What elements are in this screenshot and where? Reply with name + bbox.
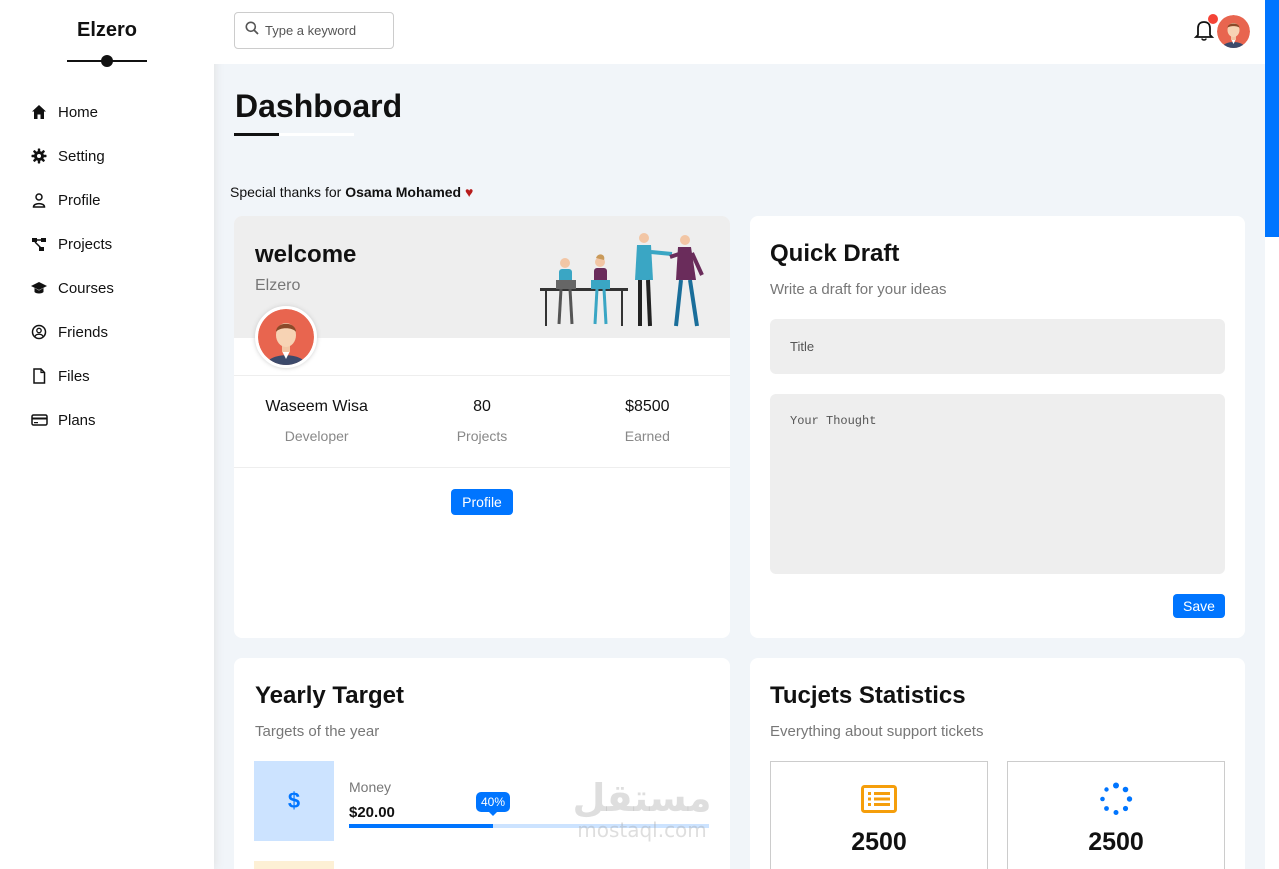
user-circle-icon bbox=[30, 323, 48, 341]
page-scrollbar-thumb[interactable] bbox=[1265, 0, 1279, 237]
sidebar-item-friends[interactable]: Friends bbox=[20, 310, 200, 354]
watermark-arabic: مستقل bbox=[572, 776, 712, 820]
gear-icon bbox=[30, 147, 48, 165]
search-box[interactable] bbox=[234, 12, 394, 49]
stat-value: 80 bbox=[473, 398, 491, 415]
diagram-icon bbox=[30, 235, 48, 253]
sidebar-item-label: Home bbox=[58, 103, 99, 121]
sidebar: Elzero Home Setting Profile Projects Cou… bbox=[0, 0, 214, 869]
team-illustration bbox=[540, 233, 704, 327]
brand-logo[interactable]: Elzero bbox=[0, 19, 214, 42]
tickets-statistics-card: Tucjets Statistics Everything about supp… bbox=[750, 658, 1245, 869]
sidebar-nav: Home Setting Profile Projects Courses Fr… bbox=[20, 90, 200, 442]
save-button[interactable]: Save bbox=[1173, 594, 1225, 618]
watermark-latin: mostaql.com bbox=[577, 818, 707, 842]
sidebar-item-home[interactable]: Home bbox=[20, 90, 200, 134]
sidebar-item-label: Projects bbox=[58, 235, 113, 253]
thanks-name: Osama Mohamed bbox=[345, 184, 462, 200]
profile-stats: Waseem Wisa Developer 80 Projects $8500 … bbox=[234, 375, 730, 468]
ticket-box: 2500 bbox=[770, 761, 988, 869]
search-input[interactable] bbox=[265, 23, 380, 38]
sidebar-item-label: Courses bbox=[58, 279, 114, 297]
brand-decoration bbox=[67, 55, 147, 67]
target-icon-2 bbox=[254, 861, 334, 869]
profile-button[interactable]: Profile bbox=[451, 489, 513, 515]
thanks-note: Special thanks for Osama Mohamed ♥ bbox=[230, 184, 473, 200]
quick-draft-card: Quick Draft Write a draft for your ideas… bbox=[750, 216, 1245, 638]
heart-icon: ♥ bbox=[465, 184, 474, 200]
sidebar-item-label: Profile bbox=[58, 191, 101, 209]
search-icon bbox=[245, 21, 259, 40]
stat-value: $8500 bbox=[625, 398, 670, 415]
target-progress-fill bbox=[349, 824, 493, 828]
tickets-title: Tucjets Statistics bbox=[770, 682, 966, 709]
stat-name: Waseem Wisa Developer bbox=[234, 376, 399, 467]
draft-thought-input[interactable] bbox=[770, 394, 1225, 574]
sidebar-item-label: Friends bbox=[58, 323, 109, 341]
file-icon bbox=[30, 367, 48, 385]
title-underline-accent bbox=[234, 133, 279, 136]
stat-label: Developer bbox=[284, 428, 349, 444]
thanks-prefix: Special thanks for bbox=[230, 184, 342, 200]
welcome-card: welcome Elzero Waseem Wisa Developer 80 … bbox=[234, 216, 730, 638]
yearly-title: Yearly Target bbox=[255, 682, 404, 709]
draft-subtitle: Write a draft for your ideas bbox=[770, 281, 947, 298]
stat-earned: $8500 Earned bbox=[565, 376, 730, 467]
top-header bbox=[214, 0, 1265, 64]
stat-label: Projects bbox=[456, 428, 508, 444]
page-title: Dashboard bbox=[235, 88, 403, 124]
graduation-cap-icon bbox=[30, 279, 48, 297]
user-icon bbox=[30, 191, 48, 209]
sidebar-item-courses[interactable]: Courses bbox=[20, 266, 200, 310]
stat-label: Earned bbox=[624, 428, 670, 444]
welcome-subtitle: Elzero bbox=[255, 277, 301, 294]
stat-value: Waseem Wisa bbox=[265, 398, 368, 415]
target-progress-badge: 40% bbox=[476, 792, 510, 816]
home-icon bbox=[30, 103, 48, 121]
notification-badge bbox=[1208, 14, 1218, 24]
list-icon bbox=[771, 782, 987, 816]
avatar[interactable] bbox=[1217, 15, 1250, 48]
spinner-icon bbox=[1008, 782, 1224, 816]
sidebar-item-plans[interactable]: Plans bbox=[20, 398, 200, 442]
sidebar-item-projects[interactable]: Projects bbox=[20, 222, 200, 266]
stat-projects: 80 Projects bbox=[399, 376, 564, 467]
sidebar-item-label: Setting bbox=[58, 147, 105, 165]
credit-card-icon bbox=[30, 411, 48, 429]
sidebar-item-files[interactable]: Files bbox=[20, 354, 200, 398]
draft-title-input[interactable] bbox=[770, 319, 1225, 374]
welcome-title: welcome bbox=[255, 241, 357, 268]
draft-title: Quick Draft bbox=[770, 240, 900, 267]
target-value: $20.00 bbox=[349, 804, 395, 821]
profile-avatar bbox=[255, 306, 317, 368]
sidebar-item-label: Files bbox=[58, 367, 90, 385]
tickets-subtitle: Everything about support tickets bbox=[770, 723, 984, 740]
sidebar-item-profile[interactable]: Profile bbox=[20, 178, 200, 222]
yearly-subtitle: Targets of the year bbox=[255, 723, 380, 740]
sidebar-item-setting[interactable]: Setting bbox=[20, 134, 200, 178]
ticket-box: 2500 bbox=[1007, 761, 1225, 869]
watermark: مستقل mostaql.com bbox=[562, 776, 722, 840]
dollar-icon: $ bbox=[254, 761, 334, 841]
sidebar-item-label: Plans bbox=[58, 411, 96, 429]
ticket-count: 2500 bbox=[851, 828, 907, 856]
ticket-count: 2500 bbox=[1088, 828, 1144, 856]
target-label: Money bbox=[349, 779, 392, 795]
